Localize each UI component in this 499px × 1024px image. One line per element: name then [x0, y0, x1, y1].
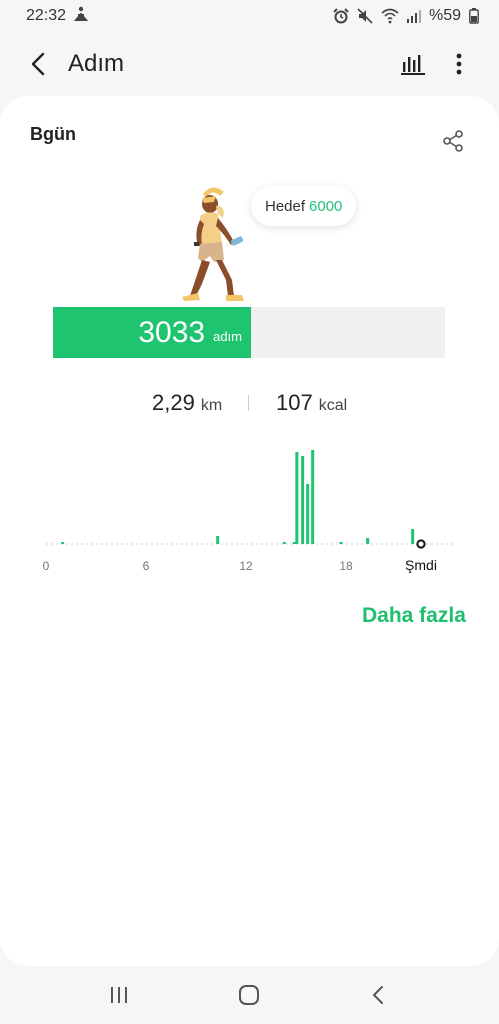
status-time: 22:32 [26, 7, 67, 24]
more-vert-icon[interactable] [446, 48, 472, 80]
hourly-steps-chart: 0 6 12 18 Şmdi [43, 450, 454, 573]
walking-person-illustration [176, 184, 256, 306]
nav-back-icon[interactable] [368, 984, 388, 1006]
status-bar: 22:32 %59 [0, 0, 499, 32]
signal-icon [406, 9, 421, 23]
distance-value: 2,29 [152, 390, 195, 415]
alarm-icon [333, 8, 349, 24]
chart-bar [61, 542, 65, 544]
step-count-unit: adım [213, 329, 242, 344]
chart-bar [339, 542, 343, 544]
chart-bar [366, 538, 370, 544]
chart-tick-label: 18 [339, 559, 353, 573]
chart-bar [282, 542, 286, 544]
chart-bar [295, 452, 299, 544]
step-count: 3033 adım [53, 307, 251, 358]
chart-tick-label: 0 [43, 559, 50, 573]
app-bar: Adım [0, 34, 499, 96]
chart-bar [216, 536, 220, 544]
step-count-value: 3033 [138, 315, 206, 349]
steps-card: Bgün Hedef 6000 3033 adım 2,29 km 107 kc… [0, 96, 499, 966]
navigation-bar [0, 966, 499, 1024]
goal-value: 6000 [309, 197, 343, 215]
chart-bar [311, 450, 315, 544]
chart-bar [411, 529, 415, 544]
current-time-marker [416, 539, 426, 549]
goal-label: Hedef [265, 197, 306, 215]
stats-divider [248, 395, 249, 411]
calories-unit: kcal [318, 397, 348, 414]
battery-text: %59 [428, 7, 461, 24]
share-icon[interactable] [440, 128, 466, 154]
calories-stat: 107 kcal [276, 390, 347, 416]
yoga-icon [73, 6, 89, 27]
battery-icon [469, 8, 479, 24]
chart-bar [306, 484, 310, 544]
recent-apps-icon[interactable] [108, 984, 130, 1006]
calories-value: 107 [276, 390, 313, 415]
mute-icon [357, 8, 373, 24]
distance-stat: 2,29 km [152, 390, 222, 416]
chart-tick-label: 12 [239, 559, 253, 573]
chart-bar [301, 456, 305, 544]
card-title: Bgün [30, 124, 76, 144]
more-link[interactable]: Daha fazla [362, 604, 466, 628]
goal-bubble: Hedef 6000 [251, 186, 357, 226]
wifi-icon [381, 8, 399, 24]
bar-chart-icon[interactable] [396, 48, 430, 80]
chart-tick-label: Şmdi [405, 557, 437, 573]
distance-unit: km [200, 397, 223, 414]
chart-tick-label: 6 [143, 559, 150, 573]
home-icon[interactable] [237, 984, 261, 1006]
page-title: Adım [68, 50, 125, 77]
back-arrow-icon[interactable] [22, 48, 54, 80]
stats-row: 2,29 km 107 kcal [0, 390, 499, 422]
